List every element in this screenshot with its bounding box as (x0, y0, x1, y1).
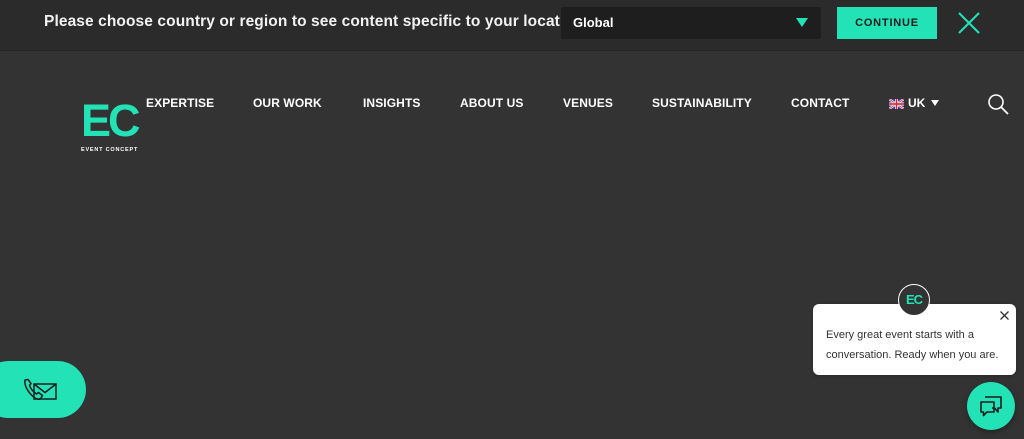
nav-item-insights[interactable]: INSIGHTS (363, 96, 420, 110)
nav-item-contact[interactable]: CONTACT (791, 96, 849, 110)
logo[interactable]: EC EVENT CONCEPT (81, 95, 151, 160)
logo-mark: EC (81, 95, 140, 146)
nav-item-venues[interactable]: VENUES (563, 96, 613, 110)
nav-item-sustainability[interactable]: SUSTAINABILITY (652, 96, 752, 110)
search-icon[interactable] (987, 93, 1009, 115)
continue-button[interactable]: CONTINUE (837, 7, 937, 39)
logo-subtitle: EVENT CONCEPT (81, 147, 139, 153)
language-label: UK (908, 96, 926, 110)
chat-message: Every great event starts with a conversa… (826, 329, 999, 361)
region-selector-bar: Please choose country or region to see c… (0, 0, 1024, 51)
chat-avatar-text: EC (905, 292, 923, 307)
chat-avatar: EC (898, 284, 930, 316)
close-icon[interactable] (999, 310, 1010, 321)
region-select[interactable]: Global (561, 7, 821, 39)
caret-down-icon (931, 100, 939, 106)
nav-item-our-work[interactable]: OUR WORK (253, 96, 322, 110)
nav-item-expertise[interactable]: EXPERTISE (146, 96, 214, 110)
phone-mail-icon (24, 378, 57, 401)
chat-bubbles-icon (980, 396, 1002, 417)
close-icon[interactable] (956, 10, 982, 36)
contact-float-button[interactable] (0, 361, 86, 418)
uk-flag-icon (889, 99, 904, 109)
region-select-value: Global (573, 15, 614, 30)
region-prompt: Please choose country or region to see c… (44, 13, 584, 30)
nav-item-about-us[interactable]: ABOUT US (460, 96, 523, 110)
chat-launcher-button[interactable] (967, 382, 1015, 430)
chevron-down-icon (796, 18, 808, 27)
